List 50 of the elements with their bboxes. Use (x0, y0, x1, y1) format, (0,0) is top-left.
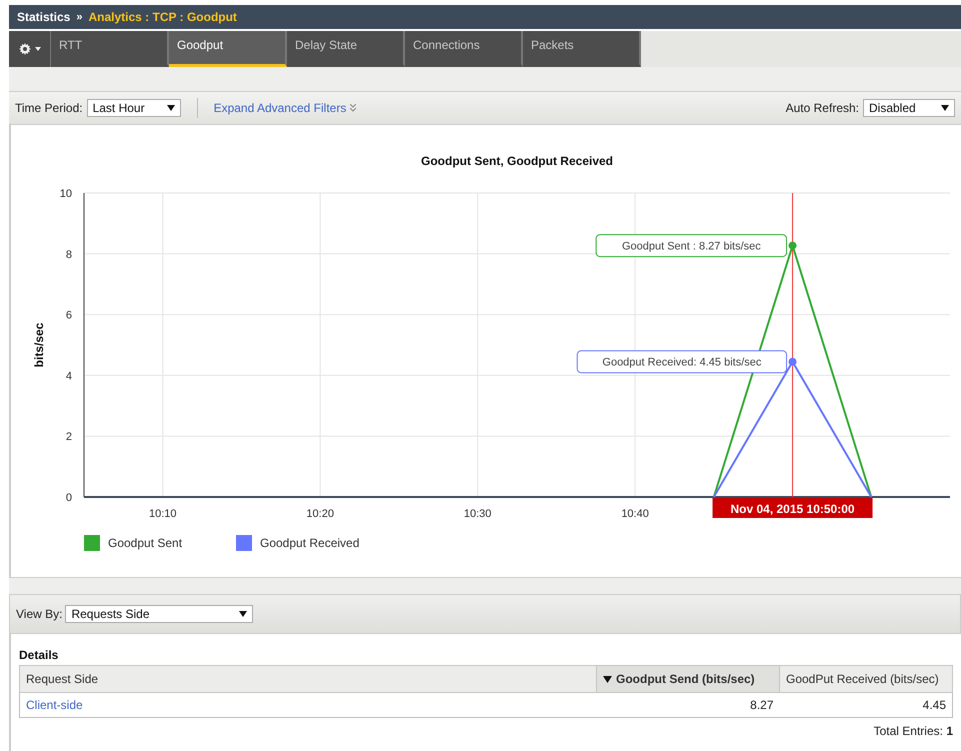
sort-descending-icon (603, 676, 612, 683)
caret-icon (34, 47, 40, 51)
y-tick-label: 2 (66, 431, 72, 444)
settings-menu-button[interactable] (9, 31, 51, 67)
breadcrumb-separator: » (76, 11, 82, 23)
breadcrumb-root[interactable]: Statistics (17, 10, 70, 24)
settings-icon (18, 43, 30, 55)
dropdown-arrow-icon (166, 105, 175, 111)
x-tick-label: 10:20 (306, 508, 334, 520)
auto-refresh-label: Auto Refresh: (786, 101, 859, 115)
auto-refresh-select[interactable]: Disabled (863, 99, 955, 117)
time-period-label: Time Period: (15, 101, 83, 115)
chart-title: Goodput Sent, Goodput Received (421, 154, 613, 168)
tab[interactable]: Delay State (287, 31, 405, 67)
cursor-time-label: Nov 04, 2015 10:50:00 (712, 498, 873, 518)
table-cell: 8.27 (596, 692, 780, 718)
total-entries: Total Entries: 1 (872, 724, 953, 738)
tab[interactable]: RTT (51, 31, 169, 67)
legend-label[interactable]: Goodput Received (260, 536, 360, 550)
tab[interactable]: Goodput (169, 31, 287, 67)
value-tooltip: Goodput Received: 4.45 bits/sec (576, 350, 788, 374)
expand-filters-link[interactable]: Expand Advanced Filters (214, 101, 356, 115)
y-tick-label: 4 (66, 370, 72, 382)
x-tick-label: 10:30 (464, 508, 492, 520)
view-by-label: View By: (16, 607, 62, 621)
x-tick-label: 10:40 (621, 508, 649, 520)
x-tick-label: 10:10 (148, 508, 176, 520)
data-point (788, 358, 797, 366)
details-title: Details (19, 648, 60, 662)
data-point (788, 242, 797, 250)
y-tick-label: 10 (60, 188, 72, 200)
tab[interactable]: Connections (405, 31, 523, 67)
tab[interactable]: Packets (523, 31, 641, 67)
time-period-select[interactable]: Last Hour (86, 99, 181, 117)
double-chevron-icon (350, 104, 356, 112)
row-link[interactable]: Client-side (26, 698, 83, 712)
value-tooltip: Goodput Sent : 8.27 bits/sec (596, 234, 788, 258)
table-cell: 4.45 (780, 692, 952, 718)
dropdown-arrow-icon (941, 105, 949, 111)
column-header[interactable]: GoodPut Received (bits/sec) (780, 666, 952, 692)
y-axis-label: bits/sec (32, 322, 46, 368)
y-tick-label: 8 (66, 248, 72, 261)
column-header[interactable]: Goodput Send (bits/sec) (596, 666, 780, 692)
dropdown-arrow-icon (239, 611, 248, 617)
y-tick-label: 0 (66, 492, 72, 504)
column-header[interactable]: Request Side (20, 666, 596, 692)
y-tick-label: 6 (66, 310, 72, 322)
legend-label[interactable]: Goodput Sent (108, 536, 182, 550)
view-by-select[interactable]: Requests Side (65, 605, 254, 623)
breadcrumb-path: Analytics : TCP : Goodput (88, 10, 237, 24)
